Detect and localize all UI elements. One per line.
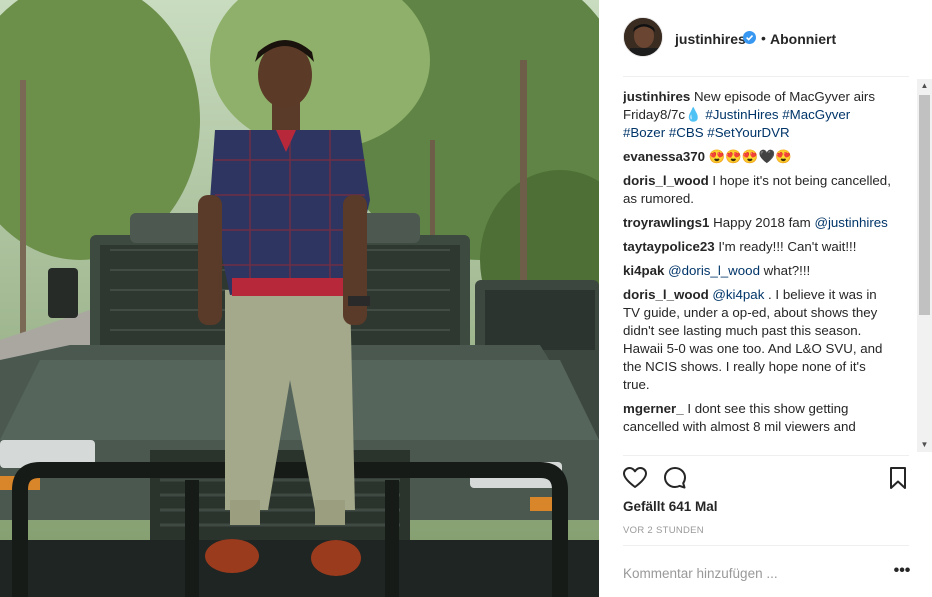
hashtag-link[interactable]: #Bozer — [623, 125, 665, 140]
avatar-image — [624, 18, 662, 56]
heart-icon[interactable] — [622, 465, 648, 491]
comment-text: . I believe it was in TV guide, under a … — [623, 287, 883, 392]
comment-username[interactable]: taytaypolice23 — [623, 239, 715, 254]
hashtag-link[interactable]: #SetYourDVR — [707, 125, 789, 140]
likes-count[interactable]: Gefällt 641 Mal — [623, 499, 718, 514]
comment-text: Happy 2018 fam — [713, 215, 811, 230]
caption: justinhires New episode of MacGyver airs… — [623, 88, 895, 142]
hashtag-link[interactable]: #MacGyver — [782, 107, 850, 122]
comment-item: doris_l_wood I hope it's not being cance… — [623, 172, 895, 208]
comment-text: I'm ready!!! Can't wait!!! — [718, 239, 857, 254]
comments-list: justinhires New episode of MacGyver airs… — [623, 88, 895, 452]
more-options-icon[interactable]: ••• — [892, 563, 912, 583]
caption-username[interactable]: justinhires — [623, 89, 690, 104]
comment-text: what?!!! — [763, 263, 811, 278]
comment-username[interactable]: doris_l_wood — [623, 173, 709, 188]
comment-username[interactable]: doris_l_wood — [623, 287, 709, 302]
comment-username[interactable]: evanessa370 — [623, 149, 705, 164]
divider — [623, 76, 909, 77]
divider — [623, 545, 909, 546]
comments-scrollbar[interactable]: ▲ ▼ — [917, 79, 932, 452]
verified-badge-icon — [743, 31, 756, 44]
hashtag-link[interactable]: #CBS — [669, 125, 704, 140]
hashtag-link[interactable]: #JustinHires — [705, 107, 778, 122]
comment-item: taytaypolice23 I'm ready!!! Can't wait!!… — [623, 238, 895, 256]
scroll-up-arrow-icon[interactable]: ▲ — [917, 79, 932, 93]
comment-item: evanessa370 😍😍😍🖤😍 — [623, 148, 895, 166]
follow-status-button[interactable]: Abonniert — [770, 31, 836, 47]
bookmark-icon[interactable] — [885, 465, 911, 491]
mention-link[interactable]: @ki4pak — [712, 287, 764, 302]
post-timestamp[interactable]: VOR 2 STUNDEN — [623, 525, 704, 536]
scrollbar-thumb[interactable] — [919, 95, 930, 315]
divider — [623, 455, 909, 456]
comment-item: doris_l_wood @ki4pak . I believe it was … — [623, 286, 895, 394]
caption-emoji: 💧 — [685, 107, 702, 122]
mention-link[interactable]: @doris_l_wood — [668, 263, 760, 278]
comment-bubble-icon[interactable] — [662, 465, 688, 491]
comment-username[interactable]: troyrawlings1 — [623, 215, 709, 230]
comment-text: 😍😍😍🖤😍 — [708, 149, 792, 164]
username-link[interactable]: justinhires — [675, 31, 746, 47]
post-header: justinhires • Abonniert — [599, 0, 932, 76]
comment-username[interactable]: mgerner_ — [623, 401, 684, 416]
mention-link[interactable]: @justinhires — [814, 215, 887, 230]
comment-username[interactable]: ki4pak — [623, 263, 664, 278]
post-details-panel: justinhires • Abonniert justinhires New … — [599, 0, 932, 597]
avatar[interactable] — [623, 17, 663, 57]
scroll-down-arrow-icon[interactable]: ▼ — [917, 438, 932, 452]
photo-illustration — [0, 0, 599, 597]
comment-item: mgerner_ I dont see this show getting ca… — [623, 400, 895, 436]
comment-item: ki4pak @doris_l_wood what?!!! — [623, 262, 895, 280]
post-photo[interactable] — [0, 0, 599, 597]
comment-input[interactable] — [623, 563, 863, 583]
comment-item: troyrawlings1 Happy 2018 fam @justinhire… — [623, 214, 895, 232]
header-separator: • — [761, 30, 766, 46]
